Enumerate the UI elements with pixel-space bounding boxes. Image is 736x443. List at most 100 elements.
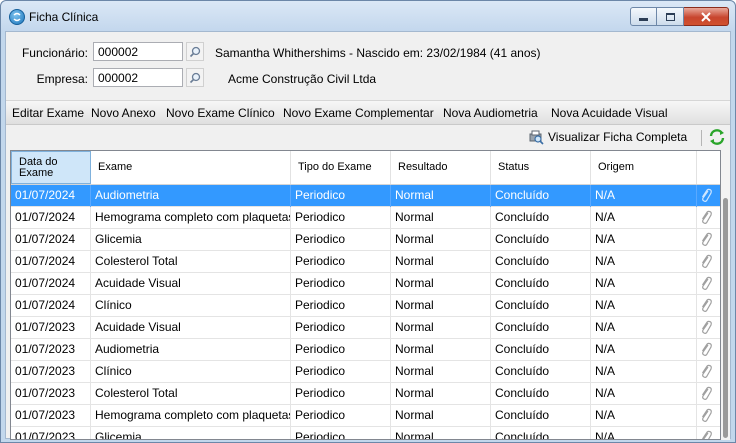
minimize-button[interactable] <box>630 7 657 26</box>
table-row[interactable]: 01/07/2024 Colesterol Total Periodico Norma… <box>11 251 720 273</box>
table-cell: 01/07/2024 <box>11 229 91 251</box>
column-header-tipo[interactable]: Tipo do Exame <box>291 151 391 184</box>
empresa-label: Empresa: <box>36 72 88 86</box>
table-cell: 01/07/2024 <box>11 207 91 229</box>
maximize-icon <box>665 12 675 21</box>
new-complementary-exam-button[interactable]: Novo Exame Complementar <box>283 106 434 120</box>
new-visual-acuity-button[interactable]: Nova Acuidade Visual <box>551 106 668 120</box>
edit-exam-button[interactable]: Editar Exame <box>12 106 84 120</box>
new-clinical-exam-button[interactable]: Novo Exame Clínico <box>166 106 275 120</box>
attachment-icon[interactable] <box>699 188 713 204</box>
table-row[interactable]: 01/07/2024 Glicemia Periodico Normal Concluí… <box>11 229 720 251</box>
grid-header: Data do Exame Exame Tipo do Exame Result… <box>11 151 720 185</box>
view-full-record-label: Visualizar Ficha Completa <box>548 130 688 144</box>
table-cell: Concluído <box>491 405 591 427</box>
table-row[interactable]: 01/07/2023 Audiometria Periodico Normal Conc… <box>11 339 720 361</box>
table-cell: Normal <box>391 361 491 383</box>
table-row[interactable]: 01/07/2023 Hemograma completo com plaquet… <box>11 405 720 427</box>
column-header-origem[interactable]: Origem <box>591 151 697 184</box>
title-bar[interactable]: Ficha Clínica <box>1 1 735 31</box>
table-cell: Concluído <box>491 229 591 251</box>
table-cell: Periodico <box>291 427 391 439</box>
table-row[interactable]: 01/07/2024 Acuidade Visual Periodico Normal… <box>11 273 720 295</box>
attachment-icon[interactable] <box>699 254 713 270</box>
table-cell: N/A <box>591 317 697 339</box>
table-cell: N/A <box>591 383 697 405</box>
window-title: Ficha Clínica <box>29 10 99 24</box>
table-cell: Concluído <box>491 339 591 361</box>
table-cell: Normal <box>391 383 491 405</box>
attachment-icon[interactable] <box>699 342 713 358</box>
column-header-exame[interactable]: Exame <box>91 151 291 184</box>
table-cell: N/A <box>591 229 697 251</box>
table-cell: Periodico <box>291 339 391 361</box>
table-cell: Periodico <box>291 251 391 273</box>
table-cell: Hemograma completo com plaquetas <box>91 405 291 427</box>
table-cell: Concluído <box>491 251 591 273</box>
minimize-icon <box>639 18 648 21</box>
attachment-icon[interactable] <box>699 386 713 402</box>
maximize-button[interactable] <box>657 7 684 26</box>
table-cell: Normal <box>391 185 491 207</box>
table-cell: N/A <box>591 185 697 207</box>
scrollbar-thumb[interactable] <box>723 198 728 438</box>
funcionario-input[interactable] <box>93 42 183 61</box>
column-header-anexo <box>697 151 720 184</box>
table-row[interactable]: 01/07/2024 Hemograma completo com plaquet… <box>11 207 720 229</box>
table-cell: N/A <box>591 251 697 273</box>
column-header-status[interactable]: Status <box>491 151 591 184</box>
search-icon <box>189 72 201 83</box>
refresh-button[interactable] <box>708 128 726 149</box>
table-cell: Clínico <box>91 295 291 317</box>
attachment-icon[interactable] <box>699 210 713 226</box>
table-cell: Glicemia <box>91 427 291 439</box>
column-header-resultado[interactable]: Resultado <box>391 151 491 184</box>
table-cell: 01/07/2023 <box>11 405 91 427</box>
empresa-lookup-button[interactable] <box>186 68 204 87</box>
table-cell: 01/07/2023 <box>11 361 91 383</box>
new-audiometry-button[interactable]: Nova Audiometria <box>443 106 538 120</box>
table-cell: Periodico <box>291 361 391 383</box>
attachment-icon[interactable] <box>699 298 713 314</box>
table-cell: N/A <box>591 361 697 383</box>
table-cell: N/A <box>591 405 697 427</box>
view-full-record-button[interactable]: Visualizar Ficha Completa <box>528 129 687 145</box>
new-attachment-button[interactable]: Novo Anexo <box>91 106 156 120</box>
table-row[interactable]: 01/07/2024 Clínico Periodico Normal Concluíd… <box>11 295 720 317</box>
table-cell: 01/07/2023 <box>11 339 91 361</box>
attachment-icon[interactable] <box>699 320 713 336</box>
table-cell: 01/07/2024 <box>11 295 91 317</box>
attachment-icon[interactable] <box>699 276 713 292</box>
funcionario-lookup-button[interactable] <box>186 42 204 61</box>
table-cell: Periodico <box>291 405 391 427</box>
table-row[interactable]: 01/07/2023 Glicemia Periodico Normal Concluí… <box>11 427 720 439</box>
attachment-icon[interactable] <box>699 364 713 380</box>
table-cell: Colesterol Total <box>91 383 291 405</box>
table-cell: Normal <box>391 251 491 273</box>
empresa-input[interactable] <box>93 68 183 87</box>
table-cell: Normal <box>391 207 491 229</box>
attachment-icon[interactable] <box>699 232 713 248</box>
column-header-data[interactable]: Data do Exame <box>11 151 91 184</box>
table-cell: Acuidade Visual <box>91 273 291 295</box>
table-cell: Concluído <box>491 185 591 207</box>
table-cell: Normal <box>391 405 491 427</box>
toolbar-separator <box>701 130 702 146</box>
app-icon <box>9 9 25 25</box>
attachment-icon[interactable] <box>699 408 713 424</box>
table-row[interactable]: 01/07/2023 Acuidade Visual Periodico Normal… <box>11 317 720 339</box>
table-row[interactable]: 01/07/2023 Clínico Periodico Normal Concluíd… <box>11 361 720 383</box>
grid-vertical-scrollbar[interactable] <box>721 150 730 440</box>
exams-grid[interactable]: Data do Exame Exame Tipo do Exame Result… <box>10 150 721 440</box>
table-cell: Periodico <box>291 295 391 317</box>
table-cell: Normal <box>391 317 491 339</box>
table-cell: Periodico <box>291 383 391 405</box>
table-cell: Periodico <box>291 273 391 295</box>
ficha-clinica-window: Ficha Clínica Funcionário: Samantha Whit… <box>0 0 736 443</box>
table-cell: Concluído <box>491 361 591 383</box>
close-button[interactable] <box>684 7 729 26</box>
table-row[interactable]: 01/07/2024 Audiometria Periodico Normal Conc… <box>11 185 720 207</box>
table-row[interactable]: 01/07/2023 Colesterol Total Periodico Norma… <box>11 383 720 405</box>
table-cell: Periodico <box>291 207 391 229</box>
attachment-icon[interactable] <box>699 430 713 439</box>
